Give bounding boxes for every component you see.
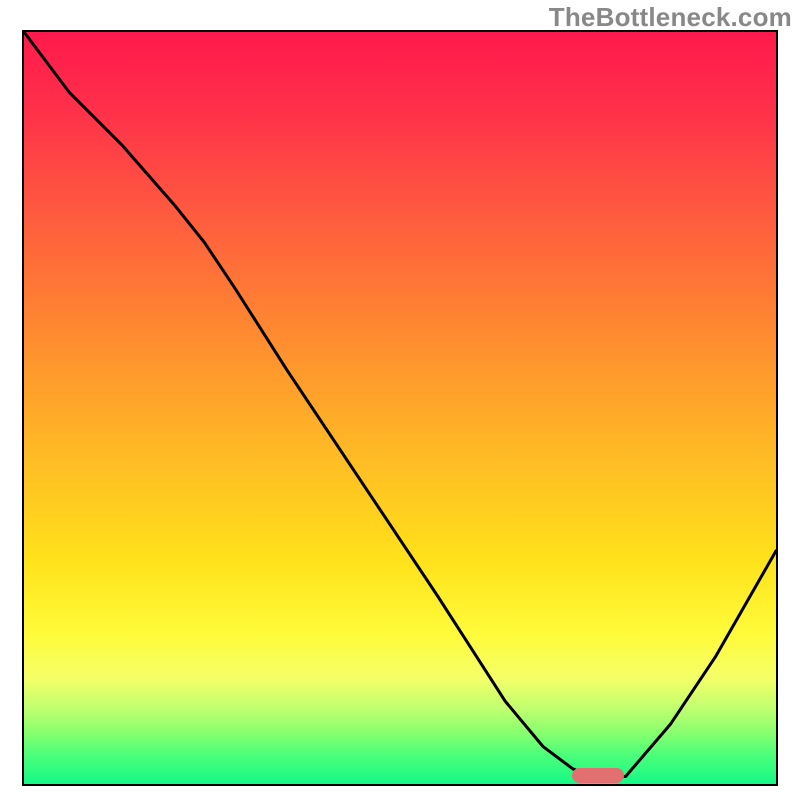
watermark-text: TheBottleneck.com: [549, 2, 792, 33]
plot-area: [22, 30, 778, 786]
optimal-marker: [572, 768, 625, 783]
chart-container: TheBottleneck.com: [0, 0, 800, 800]
bottleneck-curve: [24, 32, 776, 784]
